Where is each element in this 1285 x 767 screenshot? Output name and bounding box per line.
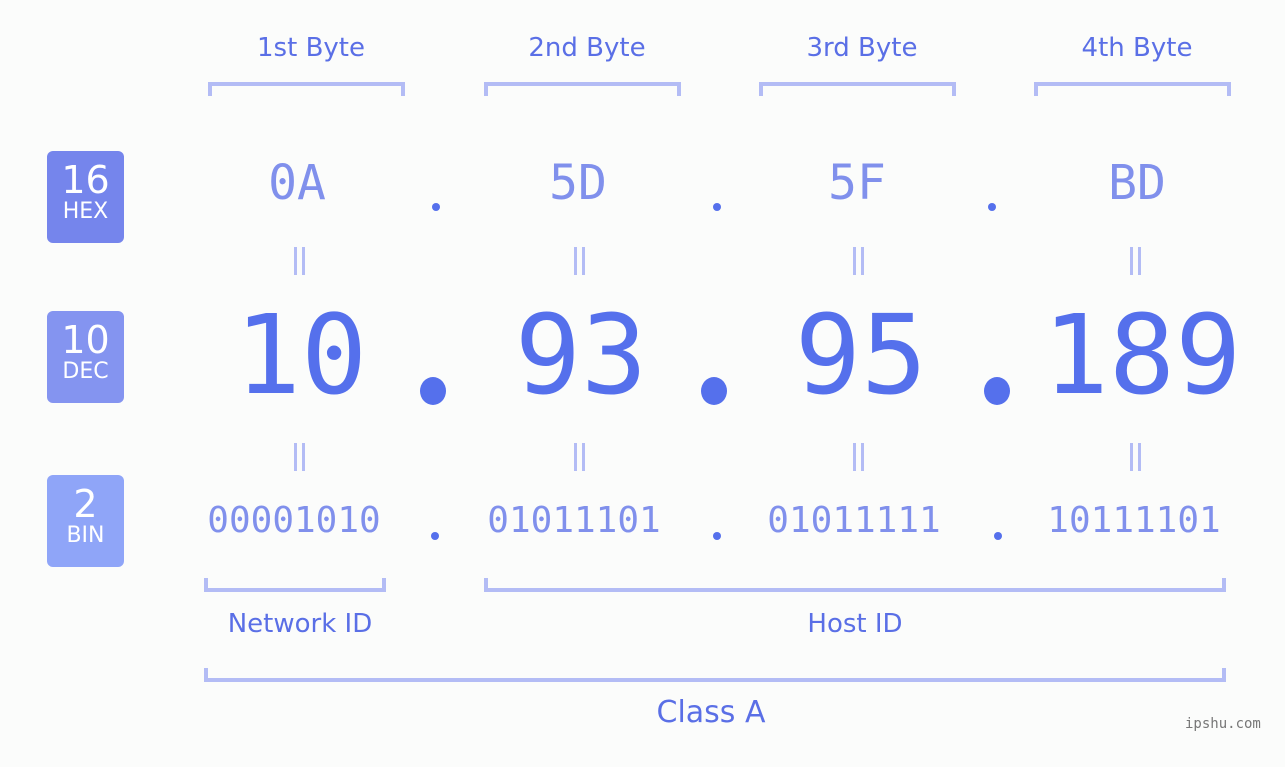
bin-separator-dot: [431, 532, 439, 540]
dec-value-3: 95: [794, 291, 928, 419]
hex-separator-dot: [432, 203, 440, 211]
hex-separator-dot: [713, 203, 721, 211]
bin-badge: 2 BIN: [47, 475, 124, 567]
bin-separator-dot: [994, 532, 1002, 540]
equals-icon: [1129, 443, 1143, 471]
hex-badge: 16 HEX: [47, 151, 124, 243]
bin-separator-dot: [713, 532, 721, 540]
equals-icon: [573, 247, 587, 275]
bin-value-3: 01011111: [767, 500, 941, 541]
hex-value-2: 5D: [549, 155, 607, 211]
dec-value-4: 189: [1042, 291, 1242, 419]
dec-separator-dot: [984, 377, 1010, 405]
hex-separator-dot: [988, 203, 996, 211]
bin-value-2: 01011101: [487, 500, 661, 541]
byte-header-4: 4th Byte: [1081, 33, 1193, 63]
watermark: ipshu.com: [1185, 716, 1261, 732]
hex-value-3: 5F: [828, 155, 886, 211]
network-id-label: Network ID: [227, 609, 373, 639]
host-id-label: Host ID: [807, 609, 903, 639]
equals-icon: [573, 443, 587, 471]
equals-icon: [293, 247, 307, 275]
hex-badge-number: 16: [61, 158, 110, 202]
byte-header-2: 2nd Byte: [528, 33, 646, 63]
bin-value-1: 00001010: [207, 500, 381, 541]
equals-icon: [852, 443, 866, 471]
dec-badge: 10 DEC: [47, 311, 124, 403]
byte-bracket-3: [759, 82, 956, 96]
dec-separator-dot: [420, 377, 446, 405]
equals-icon: [852, 247, 866, 275]
class-label: Class A: [656, 695, 766, 730]
dec-separator-dot: [701, 377, 727, 405]
bin-badge-label: BIN: [66, 523, 105, 548]
byte-bracket-4: [1034, 82, 1231, 96]
bin-value-4: 10111101: [1047, 500, 1221, 541]
equals-icon: [293, 443, 307, 471]
dec-badge-number: 10: [61, 318, 110, 362]
equals-icon: [1129, 247, 1143, 275]
class-bracket: [204, 668, 1226, 682]
network-id-bracket: [204, 578, 386, 592]
hex-value-4: BD: [1108, 155, 1166, 211]
bin-badge-number: 2: [73, 482, 98, 526]
host-id-bracket: [484, 578, 1226, 592]
dec-value-2: 93: [514, 291, 648, 419]
dec-badge-label: DEC: [62, 359, 109, 384]
byte-header-3: 3rd Byte: [806, 33, 918, 63]
dec-value-1: 10: [234, 291, 368, 419]
byte-header-1: 1st Byte: [257, 33, 365, 63]
byte-bracket-2: [484, 82, 681, 96]
byte-bracket-1: [208, 82, 405, 96]
hex-value-1: 0A: [268, 155, 326, 211]
hex-badge-label: HEX: [62, 199, 109, 224]
